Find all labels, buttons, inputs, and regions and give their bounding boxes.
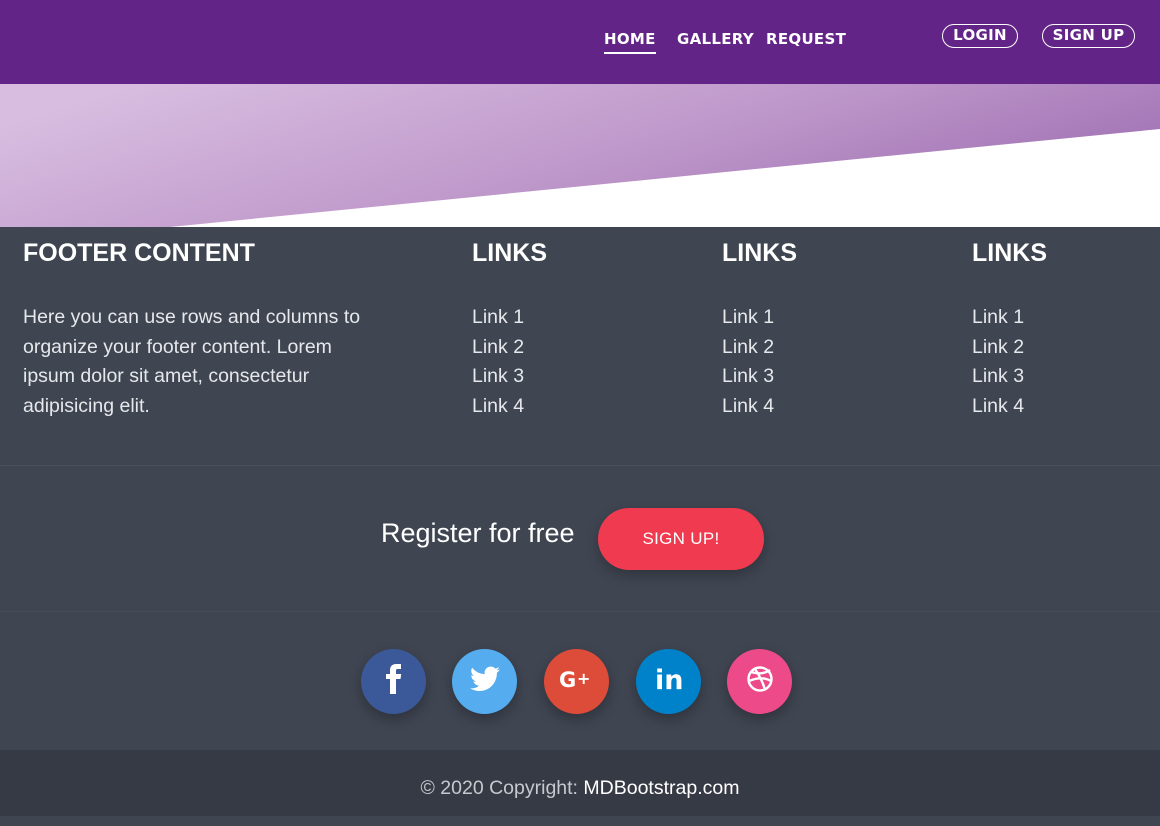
list-item: Link 4 [472,392,524,422]
twitter-icon [469,666,500,697]
register-section: Register for free SIGN UP! [0,466,1160,612]
list-item: Link 4 [972,392,1024,422]
list-item: Link 2 [472,333,524,363]
footer-content-text: Here you can use rows and columns to org… [23,306,361,417]
google-plus-button[interactable]: G + [544,649,609,714]
svg-text:in: in [655,665,683,693]
login-button[interactable]: LOGIN [942,24,1018,48]
twitter-button[interactable] [452,649,517,714]
register-text: Register for free [381,518,575,548]
footer-link[interactable]: Link 1 [472,306,524,328]
hero-banner [0,84,1160,227]
footer-link[interactable]: Link 1 [972,306,1024,328]
list-item: Link 3 [722,362,774,392]
dribbble-icon [746,665,774,698]
footer-link[interactable]: Link 2 [722,336,774,358]
svg-text:G: G [559,668,576,690]
hero-gradient-shape [0,84,1160,227]
copyright-bar: © 2020 Copyright: MDBootstrap.com [0,750,1160,816]
links-list: Link 1 Link 2 Link 3 Link 4 [472,303,524,421]
links-column-title: LINKS [722,239,797,267]
nav-home-link[interactable]: HOME [604,30,656,54]
footer-link[interactable]: Link 4 [722,395,774,417]
navbar: HOME GALLERY REQUEST LOGIN SIGN UP [0,0,1160,84]
linkedin-icon: in [655,665,683,698]
nav-gallery-link[interactable]: GALLERY [677,30,754,52]
list-item: Link 3 [472,362,524,392]
signup-button[interactable]: SIGN UP [1042,24,1135,48]
social-buttons: G + in [0,612,1160,750]
facebook-button[interactable] [361,649,426,714]
footer-content-title: FOOTER CONTENT [23,239,255,267]
copyright-link[interactable]: MDBootstrap.com [583,777,739,799]
dribbble-button[interactable] [727,649,792,714]
list-item: Link 2 [972,333,1024,363]
facebook-icon [382,664,406,699]
footer-link[interactable]: Link 3 [722,365,774,387]
footer-columns: FOOTER CONTENT Here you can use rows and… [0,227,1160,466]
footer-link[interactable]: Link 1 [722,306,774,328]
links-column-title: LINKS [972,239,1047,267]
footer-link[interactable]: Link 3 [972,365,1024,387]
svg-text:+: + [577,669,590,688]
footer-link[interactable]: Link 2 [472,336,524,358]
links-list: Link 1 Link 2 Link 3 Link 4 [972,303,1024,421]
footer-link[interactable]: Link 4 [972,395,1024,417]
links-list: Link 1 Link 2 Link 3 Link 4 [722,303,774,421]
list-item: Link 1 [722,303,774,333]
google-plus-icon: G + [559,668,595,695]
footer-link[interactable]: Link 4 [472,395,524,417]
footer-link[interactable]: Link 3 [472,365,524,387]
footer: FOOTER CONTENT Here you can use rows and… [0,227,1160,816]
list-item: Link 1 [472,303,524,333]
list-item: Link 3 [972,362,1024,392]
footer-link[interactable]: Link 2 [972,336,1024,358]
list-item: Link 4 [722,392,774,422]
signup-cta-button[interactable]: SIGN UP! [598,508,764,570]
list-item: Link 1 [972,303,1024,333]
nav-request-link[interactable]: REQUEST [766,30,846,52]
linkedin-button[interactable]: in [636,649,701,714]
list-item: Link 2 [722,333,774,363]
copyright-text: © 2020 Copyright: [420,777,578,799]
links-column-title: LINKS [472,239,547,267]
